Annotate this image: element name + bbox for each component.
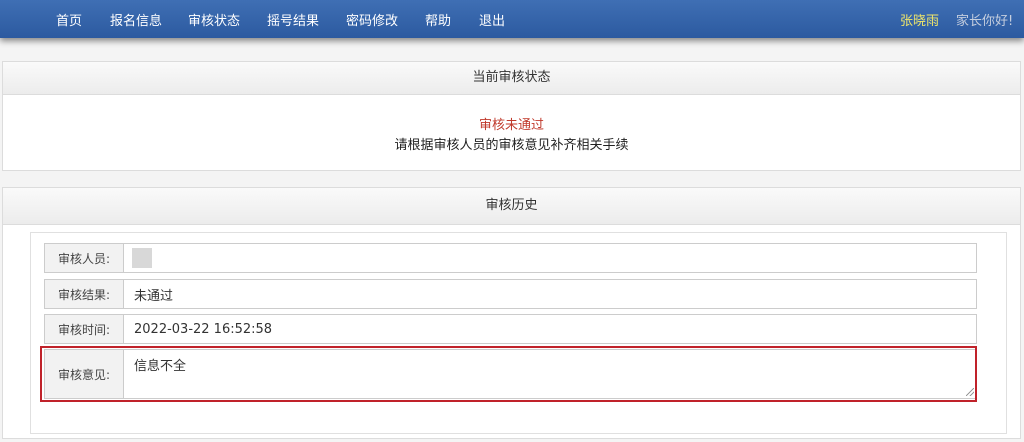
nav-home[interactable]: 首页 xyxy=(56,10,82,29)
opinion-textarea[interactable]: 信息不全 xyxy=(124,350,976,398)
opinion-label: 审核意见: xyxy=(45,350,124,398)
review-status-note: 请根据审核人员的审核意见补齐相关手续 xyxy=(394,138,629,153)
opinion-row: 审核意见: 信息不全 xyxy=(44,349,977,399)
current-status-panel: 当前审核状态 审核未通过 请根据审核人员的审核意见补齐相关手续 xyxy=(2,61,1021,171)
user-greeting: 家长你好! xyxy=(956,14,1014,29)
reviewer-row: 审核人员: xyxy=(44,243,977,273)
result-row: 审核结果: 未通过 xyxy=(44,279,977,309)
top-navbar: 首页 报名信息 审核状态 摇号结果 密码修改 帮助 退出 张晓雨 家长你好! xyxy=(0,0,1024,38)
reviewer-value xyxy=(124,244,152,272)
nav-change-password[interactable]: 密码修改 xyxy=(346,10,398,29)
review-status-text: 审核未通过 xyxy=(478,118,544,133)
review-history-panel: 审核历史 xyxy=(2,187,1021,439)
result-value: 未通过 xyxy=(134,288,174,304)
nav-registration-info[interactable]: 报名信息 xyxy=(110,10,162,29)
reviewer-label: 审核人员: xyxy=(45,244,124,272)
time-value: 2022-03-22 16:52:58 xyxy=(134,321,273,337)
time-label: 审核时间: xyxy=(45,315,124,343)
redacted-name-block xyxy=(132,248,152,268)
user-name: 张晓雨 xyxy=(900,14,940,29)
nav-review-status[interactable]: 审核状态 xyxy=(188,10,240,29)
nav-logout[interactable]: 退出 xyxy=(479,10,505,29)
result-label: 审核结果: xyxy=(45,280,124,308)
textarea-resize-handle[interactable] xyxy=(966,388,974,396)
nav-lottery-result[interactable]: 摇号结果 xyxy=(267,10,319,29)
history-panel-title: 审核历史 xyxy=(3,188,1020,225)
time-row: 审核时间: 2022-03-22 16:52:58 xyxy=(44,314,977,344)
nav-help[interactable]: 帮助 xyxy=(425,10,451,29)
status-panel-title: 当前审核状态 xyxy=(3,62,1020,95)
